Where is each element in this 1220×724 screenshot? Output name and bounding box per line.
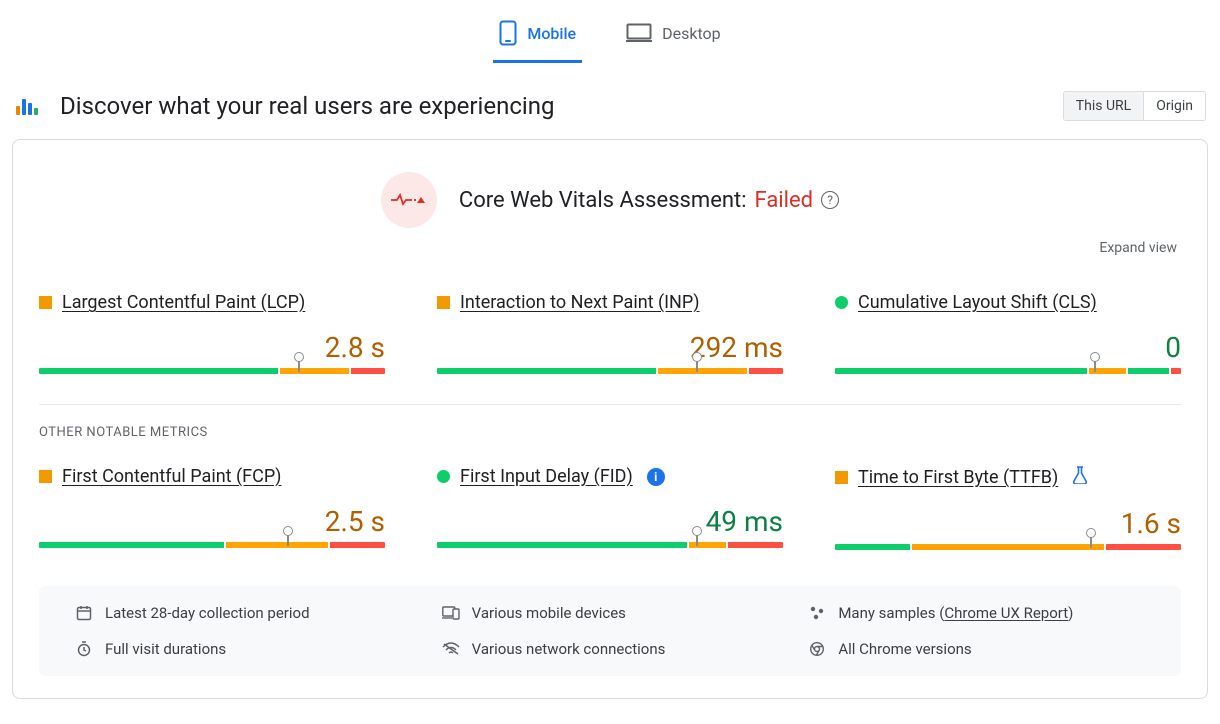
page-header: Discover what your real users are experi… — [0, 63, 1220, 139]
status-icon — [39, 296, 52, 309]
metric-inp-value: 292 ms — [690, 331, 783, 364]
metric-fid-name[interactable]: First Input Delay (FID) — [460, 466, 633, 487]
metric-inp-name[interactable]: Interaction to Next Paint (INP) — [460, 292, 700, 313]
pin-icon — [1094, 358, 1096, 372]
metric-inp-bar — [437, 368, 783, 374]
pin-icon — [298, 358, 300, 372]
status-icon — [835, 296, 848, 309]
other-metrics-heading: OTHER NOTABLE METRICS — [39, 425, 1181, 440]
pin-icon — [287, 532, 289, 546]
metric-lcp-name[interactable]: Largest Contentful Paint (LCP) — [62, 292, 305, 313]
status-icon — [437, 470, 450, 483]
chrome-icon — [808, 640, 826, 658]
help-icon[interactable]: ? — [821, 191, 839, 209]
core-metrics-grid: Largest Contentful Paint (LCP) 2.8 s Int… — [39, 292, 1181, 374]
desktop-icon — [626, 23, 652, 43]
vitals-card: Core Web Vitals Assessment: Failed ? Exp… — [12, 139, 1208, 699]
assessment-status: Failed — [755, 188, 814, 213]
info-connections: Various network connections — [442, 640, 789, 658]
toggle-origin[interactable]: Origin — [1143, 92, 1205, 120]
metric-inp: Interaction to Next Paint (INP) 292 ms — [437, 292, 783, 374]
crux-report-link[interactable]: Chrome UX Report — [944, 604, 1068, 622]
info-icon[interactable]: i — [647, 468, 665, 486]
metric-ttfb-value: 1.6 s — [1121, 507, 1181, 540]
metric-lcp-bar — [39, 368, 385, 374]
info-durations: Full visit durations — [75, 640, 422, 658]
device-tabs: Mobile Desktop — [0, 0, 1220, 63]
metric-fcp-name[interactable]: First Contentful Paint (FCP) — [62, 466, 281, 487]
pin-icon — [1090, 534, 1092, 548]
metric-cls: Cumulative Layout Shift (CLS) 0 — [835, 292, 1181, 374]
tab-mobile[interactable]: Mobile — [493, 12, 582, 63]
metric-fid-value: 49 ms — [706, 505, 783, 538]
metric-fcp-value: 2.5 s — [325, 505, 385, 538]
calendar-icon — [75, 604, 93, 622]
flask-icon[interactable] — [1072, 466, 1088, 489]
page-title: Discover what your real users are experi… — [60, 92, 554, 120]
toggle-this-url[interactable]: This URL — [1064, 92, 1143, 120]
metric-lcp: Largest Contentful Paint (LCP) 2.8 s — [39, 292, 385, 374]
network-icon — [442, 640, 460, 658]
mobile-icon — [499, 20, 517, 46]
status-icon — [437, 296, 450, 309]
metric-ttfb-name[interactable]: Time to First Byte (TTFB) — [858, 467, 1058, 488]
metric-lcp-value: 2.8 s — [325, 331, 385, 364]
pin-icon — [696, 358, 698, 372]
scope-toggle: This URL Origin — [1063, 91, 1206, 121]
fail-status-icon — [381, 172, 437, 228]
scatter-icon — [808, 604, 826, 622]
devices-icon — [442, 604, 460, 622]
status-icon — [835, 471, 848, 484]
metric-cls-bar — [835, 368, 1181, 374]
info-samples: Many samples (Chrome UX Report) — [808, 604, 1155, 622]
pin-icon — [696, 532, 698, 546]
info-period: Latest 28-day collection period — [75, 604, 422, 622]
status-icon — [39, 470, 52, 483]
metric-fid: First Input Delay (FID) i 49 ms — [437, 466, 783, 550]
metric-fcp-bar — [39, 542, 385, 548]
metric-fcp: First Contentful Paint (FCP) 2.5 s — [39, 466, 385, 550]
assessment-row: Core Web Vitals Assessment: Failed ? — [39, 172, 1181, 228]
metric-cls-value: 0 — [1165, 331, 1181, 364]
assessment-label: Core Web Vitals Assessment: — [459, 188, 747, 213]
info-devices: Various mobile devices — [442, 604, 789, 622]
metric-fid-bar — [437, 542, 783, 548]
info-footer: Latest 28-day collection period Various … — [39, 586, 1181, 676]
info-versions: All Chrome versions — [808, 640, 1155, 658]
tab-mobile-label: Mobile — [527, 24, 576, 43]
metric-ttfb: Time to First Byte (TTFB) 1.6 s — [835, 466, 1181, 550]
crux-badge-icon — [12, 91, 42, 121]
tab-desktop[interactable]: Desktop — [620, 12, 727, 63]
other-metrics-grid: First Contentful Paint (FCP) 2.5 s First… — [39, 466, 1181, 550]
metric-ttfb-bar — [835, 544, 1181, 550]
tab-desktop-label: Desktop — [662, 24, 721, 43]
metric-cls-name[interactable]: Cumulative Layout Shift (CLS) — [858, 292, 1097, 313]
expand-view-link[interactable]: Expand view — [39, 240, 1181, 256]
divider — [39, 404, 1181, 405]
timer-icon — [75, 640, 93, 658]
